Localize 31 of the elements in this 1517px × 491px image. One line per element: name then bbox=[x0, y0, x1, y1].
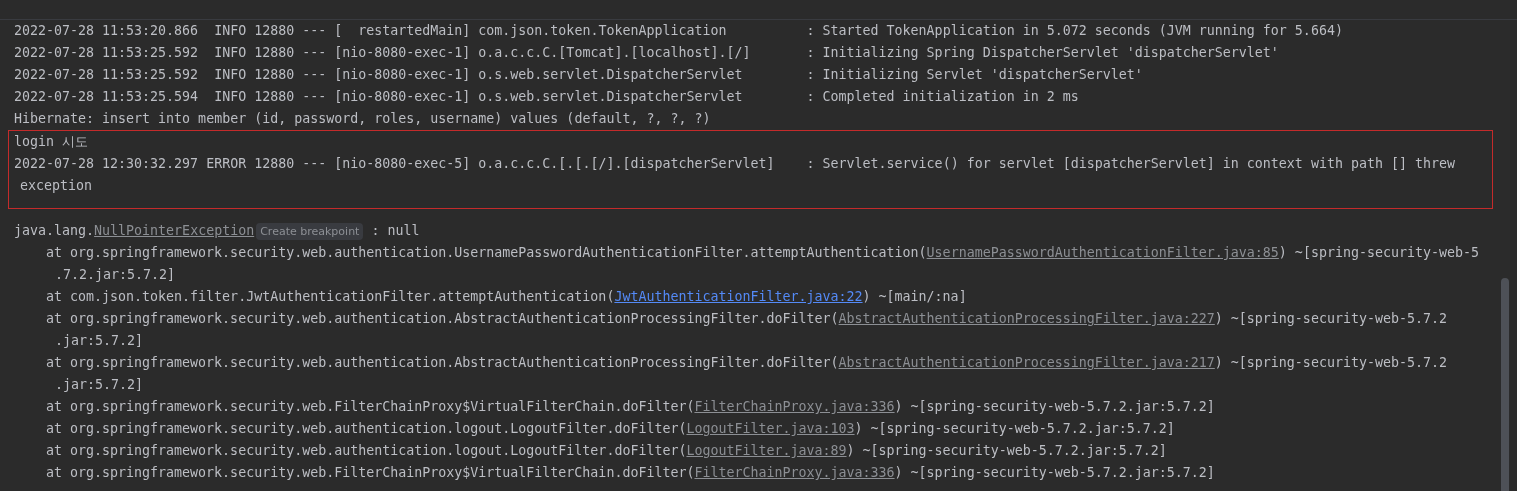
file-link[interactable]: AbstractAuthenticationProcessingFilter.java:227 bbox=[838, 311, 1215, 326]
file-link[interactable]: UsernamePasswordAuthenticationFilter.java:85 bbox=[926, 245, 1279, 260]
log-line: 2022-07-28 11:53:25.594 INFO 12880 --- [nio-8080-exec-1] o.s.web.servlet.DispatcherServlet : Completed initialization in 2 ms bbox=[14, 88, 1079, 106]
log-line: at org.springframework.security.web.authentication.UsernamePasswordAuthenticationFilter.attemptAuthentication(UsernamePasswordAuthenticationFilter.java:85) ~[spring-security-web-5 bbox=[45, 244, 1479, 262]
log-line: at org.springframework.security.web.authentication.logout.LogoutFilter.doFilter(LogoutFilter.java:89) ~[spring-security-web-5.7.2.jar:5.7.2] bbox=[45, 442, 1167, 460]
log-line: at org.springframework.security.web.authentication.AbstractAuthenticationProcessingFilter.doFilter(AbstractAuthenticationProcessingFilter.java:217) ~[spring-security-web-5.7.2 bbox=[45, 354, 1447, 372]
file-link[interactable]: FilterChainProxy.java:336 bbox=[694, 399, 895, 414]
log-line: login 시도 bbox=[14, 133, 89, 151]
log-line: at org.springframework.security.web.authentication.logout.LogoutFilter.doFilter(LogoutFilter.java:103) ~[spring-security-web-5.7.2.jar:5.7.2] bbox=[45, 420, 1175, 438]
file-link[interactable]: LogoutFilter.java:103 bbox=[686, 421, 855, 436]
log-line: at org.springframework.security.web.authentication.AbstractAuthenticationProcessingFilter.doFilter(AbstractAuthenticationProcessingFilter.java:227) ~[spring-security-web-5.7.2 bbox=[45, 310, 1447, 328]
log-line: java.lang.NullPointerException Create breakpoint : null bbox=[14, 222, 420, 242]
log-line: .jar:5.7.2] bbox=[54, 376, 144, 394]
file-link[interactable]: LogoutFilter.java:89 bbox=[686, 443, 847, 458]
log-line: exception bbox=[19, 177, 93, 195]
log-line: .jar:5.7.2] bbox=[54, 332, 144, 350]
log-line: Hibernate: insert into member (id, password, roles, username) values (default, ?, ?, ?) bbox=[14, 110, 711, 128]
file-link[interactable]: NullPointerException bbox=[94, 223, 255, 238]
log-line: at org.springframework.security.web.FilterChainProxy$VirtualFilterChain.doFilter(FilterChainProxy.java:336) ~[spring-security-web-5.7.2.jar:5.7.2] bbox=[45, 398, 1215, 416]
log-line: 2022-07-28 11:53:25.592 INFO 12880 --- [nio-8080-exec-1] o.a.c.c.C.[Tomcat].[localhost].[/] : Initializing Spring DispatcherServlet 'dispatcherServlet' bbox=[14, 44, 1279, 62]
log-line: 2022-07-28 11:53:20.866 INFO 12880 --- [ restartedMain] com.json.token.TokenApplication : Started TokenApplication in 5.072 seconds (JVM running for 5.664) bbox=[14, 22, 1343, 40]
create-breakpoint-hint[interactable]: Create breakpoint bbox=[256, 223, 364, 240]
log-line: at com.json.token.filter.JwtAuthenticationFilter.attemptAuthentication(JwtAuthenticationFilter.java:22) ~[main/:na] bbox=[45, 288, 967, 306]
scrollbar-thumb[interactable] bbox=[1501, 278, 1509, 491]
log-line: .7.2.jar:5.7.2] bbox=[54, 266, 176, 284]
file-link[interactable]: AbstractAuthenticationProcessingFilter.java:217 bbox=[838, 355, 1215, 370]
log-line: at org.springframework.security.web.FilterChainProxy$VirtualFilterChain.doFilter(FilterChainProxy.java:336) ~[spring-security-web-5.7.2.jar:5.7.2] bbox=[45, 464, 1215, 482]
file-link[interactable]: JwtAuthenticationFilter.java:22 bbox=[614, 289, 863, 304]
log-line: 2022-07-28 11:53:25.592 INFO 12880 --- [nio-8080-exec-1] o.s.web.servlet.DispatcherServlet : Initializing Servlet 'dispatcherServlet' bbox=[14, 66, 1143, 84]
log-line: 2022-07-28 12:30:32.297 ERROR 12880 --- [nio-8080-exec-5] o.a.c.c.C.[.[.[/].[dispatcherServlet] : Servlet.service() for servlet [dispatcherServlet] in context with path [] threw bbox=[14, 155, 1455, 173]
file-link[interactable]: FilterChainProxy.java:336 bbox=[694, 465, 895, 480]
